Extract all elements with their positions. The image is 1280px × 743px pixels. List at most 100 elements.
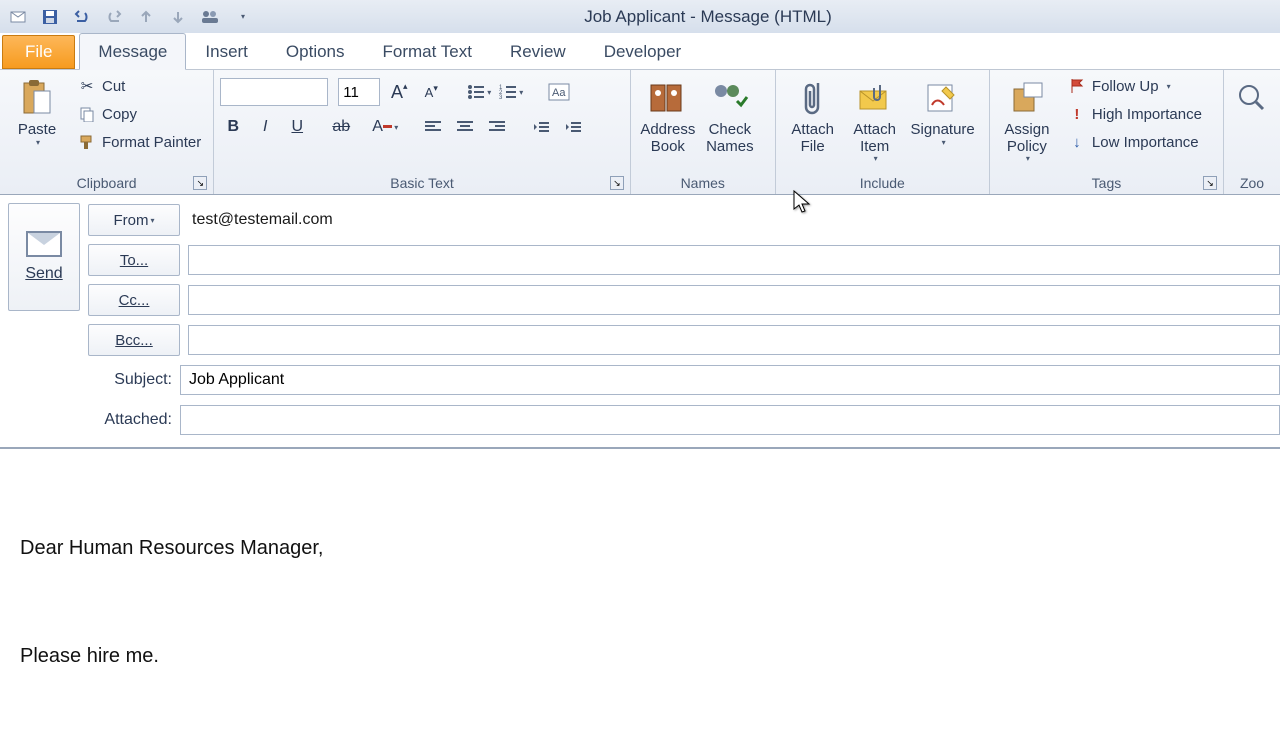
cut-button[interactable]: ✂ Cut	[72, 74, 207, 98]
subject-label: Subject:	[88, 371, 180, 389]
bold-icon[interactable]: B	[220, 114, 246, 140]
format-painter-label: Format Painter	[102, 134, 201, 151]
chevron-down-icon: ▾	[874, 155, 878, 164]
address-book-icon	[648, 78, 688, 118]
clipboard-group-label: Clipboard	[0, 172, 213, 194]
tab-message[interactable]: Message	[79, 33, 186, 70]
font-color-icon[interactable]: A▾	[372, 114, 398, 140]
cc-input[interactable]	[188, 285, 1280, 315]
redo-icon[interactable]	[100, 4, 128, 30]
format-painter-button[interactable]: Format Painter	[72, 130, 207, 154]
qat-customize-icon[interactable]: ▾	[228, 4, 256, 30]
grow-font-icon[interactable]: A▴	[386, 79, 412, 105]
tags-launcher-icon[interactable]: ↘	[1203, 176, 1217, 190]
paste-button[interactable]: Paste ▾	[6, 74, 68, 147]
flag-icon	[1068, 77, 1086, 95]
font-family-select[interactable]	[220, 78, 328, 106]
window-title: Job Applicant - Message (HTML)	[256, 7, 1280, 27]
high-importance-label: High Importance	[1092, 106, 1202, 123]
signature-button[interactable]: Signature ▾	[906, 74, 980, 147]
next-item-icon[interactable]	[164, 4, 192, 30]
from-button[interactable]: From ▾	[88, 204, 180, 236]
zoom-icon	[1232, 78, 1272, 118]
subject-input[interactable]	[180, 365, 1280, 395]
tab-file[interactable]: File	[2, 35, 75, 69]
cc-button[interactable]: Cc...	[88, 284, 180, 316]
styles-icon[interactable]: Aa	[546, 79, 572, 105]
format-painter-icon	[78, 133, 96, 151]
message-body[interactable]: Dear Human Resources Manager, Please hir…	[0, 447, 1280, 743]
cut-icon: ✂	[78, 77, 96, 95]
bullets-icon[interactable]: ▾	[466, 79, 492, 105]
check-names-label: Check Names	[706, 122, 754, 155]
attached-input[interactable]	[180, 405, 1280, 435]
send-label: Send	[25, 265, 62, 283]
names-group-label: Names	[631, 172, 775, 194]
attach-item-button[interactable]: Attach Item▾	[844, 74, 906, 164]
clipboard-launcher-icon[interactable]: ↘	[193, 176, 207, 190]
underline-icon[interactable]: U	[284, 114, 310, 140]
tab-insert[interactable]: Insert	[186, 33, 267, 69]
zoom-group-label: Zoo	[1224, 172, 1280, 194]
follow-up-button[interactable]: Follow Up ▾	[1062, 74, 1208, 98]
chevron-down-icon: ▾	[1167, 82, 1171, 91]
copy-icon	[78, 105, 96, 123]
strikethrough-icon[interactable]: ab	[328, 114, 354, 140]
address-book-label: Address Book	[640, 122, 695, 155]
contacts-icon[interactable]	[196, 4, 224, 30]
high-importance-icon: !	[1068, 105, 1086, 123]
send-button[interactable]: Send	[8, 203, 80, 311]
shrink-font-icon[interactable]: A▾	[418, 79, 444, 105]
bcc-input[interactable]	[188, 325, 1280, 355]
align-left-icon[interactable]	[420, 114, 446, 140]
tab-review[interactable]: Review	[491, 33, 585, 69]
svg-text:Aa: Aa	[552, 87, 566, 99]
attached-label: Attached:	[88, 411, 180, 429]
follow-up-label: Follow Up	[1092, 78, 1159, 95]
attach-item-icon	[855, 78, 895, 118]
app-icon[interactable]	[4, 4, 32, 30]
address-book-button[interactable]: Address Book	[637, 74, 699, 155]
check-names-button[interactable]: Check Names	[699, 74, 761, 155]
align-right-icon[interactable]	[484, 114, 510, 140]
paste-icon	[17, 78, 57, 118]
italic-icon[interactable]: I	[252, 114, 278, 140]
attach-file-label: Attach File	[791, 122, 834, 155]
increase-indent-icon[interactable]	[560, 114, 586, 140]
assign-policy-button[interactable]: Assign Policy▾	[996, 74, 1058, 164]
undo-icon[interactable]	[68, 4, 96, 30]
align-center-icon[interactable]	[452, 114, 478, 140]
compose-header: Send From ▾ test@testemail.com To... Cc.…	[0, 195, 1280, 443]
decrease-indent-icon[interactable]	[528, 114, 554, 140]
previous-item-icon[interactable]	[132, 4, 160, 30]
high-importance-button[interactable]: ! High Importance	[1062, 102, 1208, 126]
copy-label: Copy	[102, 106, 137, 123]
to-input[interactable]	[188, 245, 1280, 275]
tab-developer[interactable]: Developer	[585, 33, 701, 69]
zoom-button[interactable]	[1230, 74, 1274, 122]
send-icon	[26, 231, 62, 257]
ribbon-tabs: File Message Insert Options Format Text …	[0, 33, 1280, 70]
font-size-select[interactable]	[338, 78, 380, 106]
copy-button[interactable]: Copy	[72, 102, 207, 126]
title-bar: ▾ Job Applicant - Message (HTML)	[0, 0, 1280, 33]
include-group-label: Include	[776, 172, 989, 194]
save-icon[interactable]	[36, 4, 64, 30]
assign-policy-icon	[1007, 78, 1047, 118]
tab-options[interactable]: Options	[267, 33, 364, 69]
tab-format-text[interactable]: Format Text	[364, 33, 491, 69]
signature-icon	[923, 78, 963, 118]
chevron-down-icon: ▾	[942, 139, 946, 148]
cut-label: Cut	[102, 78, 125, 95]
bcc-button[interactable]: Bcc...	[88, 324, 180, 356]
to-button[interactable]: To...	[88, 244, 180, 276]
attach-file-button[interactable]: Attach File	[782, 74, 844, 155]
basic-text-launcher-icon[interactable]: ↘	[610, 176, 624, 190]
numbering-icon[interactable]: 123▾	[498, 79, 524, 105]
ribbon: Paste ▾ ✂ Cut Copy Format Painter Clipbo…	[0, 70, 1280, 195]
paste-label: Paste	[18, 122, 56, 139]
svg-text:3: 3	[499, 95, 503, 100]
tags-group-label: Tags	[990, 172, 1223, 194]
low-importance-button[interactable]: ↓ Low Importance	[1062, 130, 1208, 154]
assign-policy-label: Assign Policy	[1004, 122, 1049, 155]
